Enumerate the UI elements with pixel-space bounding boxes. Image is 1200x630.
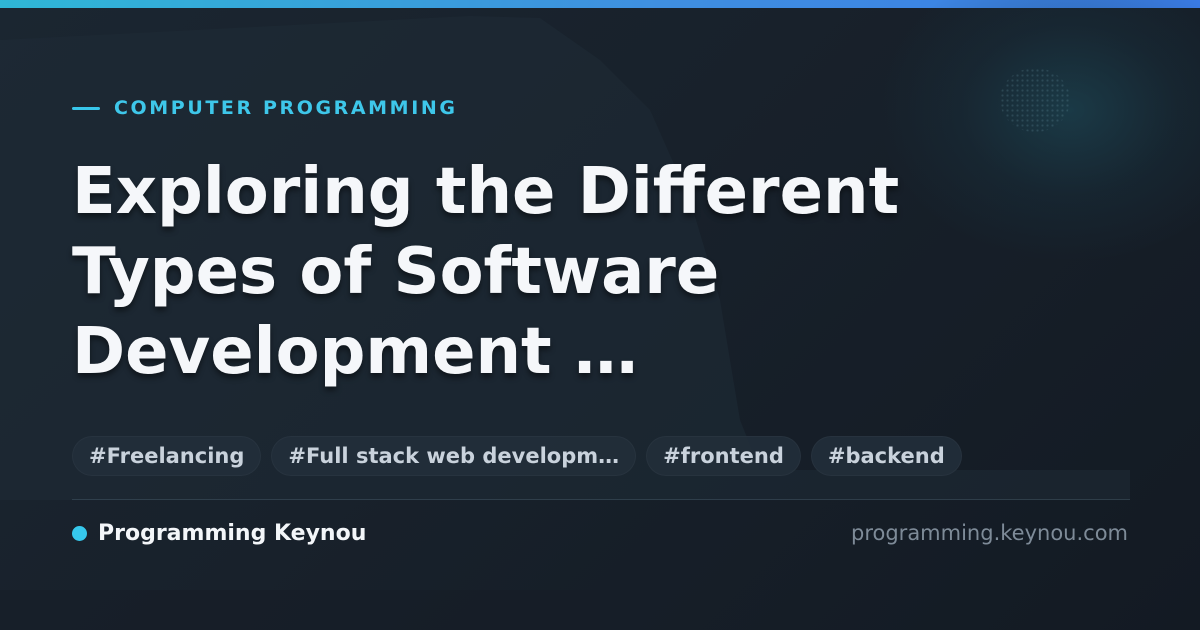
category-label: COMPUTER PROGRAMMING bbox=[72, 94, 458, 122]
title-line-3: Development … bbox=[72, 315, 638, 389]
title-line-1: Exploring the Different bbox=[72, 155, 900, 229]
tag-freelancing[interactable]: #Freelancing bbox=[72, 436, 262, 476]
title-line-2: Types of Software bbox=[72, 235, 720, 309]
tag-list: #Freelancing #Full stack web developm… #… bbox=[72, 436, 962, 476]
category-accent-line bbox=[72, 106, 100, 110]
site-domain[interactable]: programming.keynou.com bbox=[851, 516, 1128, 550]
article-title: Exploring the Different Types of Softwar… bbox=[72, 152, 1072, 392]
footer-divider bbox=[72, 499, 1130, 500]
brand: Programming Keynou bbox=[72, 516, 366, 550]
social-card: COMPUTER PROGRAMMING Exploring the Diffe… bbox=[0, 0, 1200, 630]
tag-frontend[interactable]: #frontend bbox=[646, 436, 801, 476]
brand-name: Programming Keynou bbox=[98, 520, 367, 546]
category-text: COMPUTER PROGRAMMING bbox=[114, 97, 458, 119]
tag-full-stack-web-development[interactable]: #Full stack web developm… bbox=[271, 436, 637, 476]
brand-dot-icon bbox=[72, 525, 87, 541]
tag-backend[interactable]: #backend bbox=[810, 436, 962, 476]
